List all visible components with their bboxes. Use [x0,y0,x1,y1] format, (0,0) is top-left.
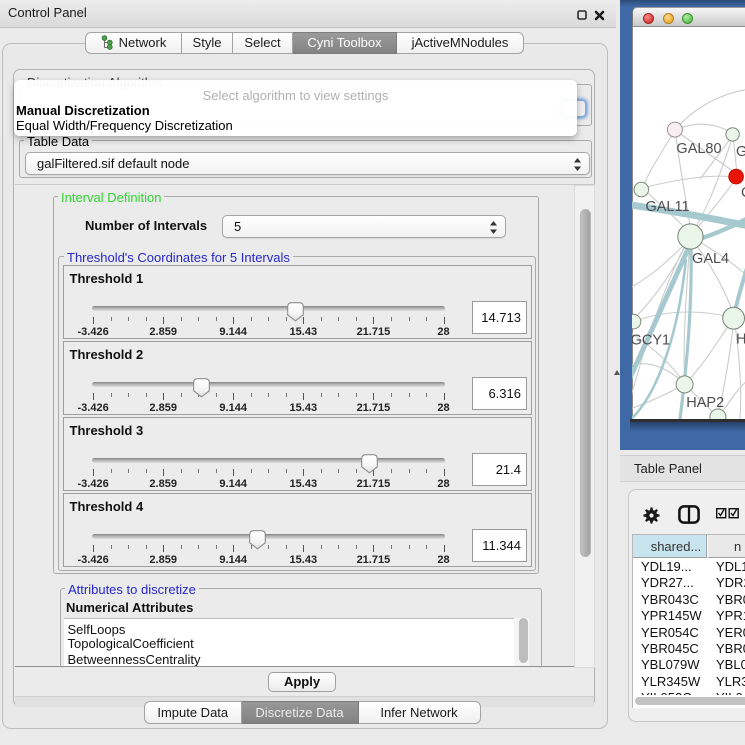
svg-text:HAP2: HAP2 [686,395,724,411]
svg-text:C: C [741,185,745,201]
svg-text:HI: HI [736,332,745,348]
svg-text:GAL4: GAL4 [692,251,729,267]
svg-text:GCY1: GCY1 [632,333,670,349]
svg-text:GA: GA [736,144,745,160]
svg-text:GAL11: GAL11 [645,199,689,215]
svg-text:GAL80: GAL80 [676,141,721,157]
